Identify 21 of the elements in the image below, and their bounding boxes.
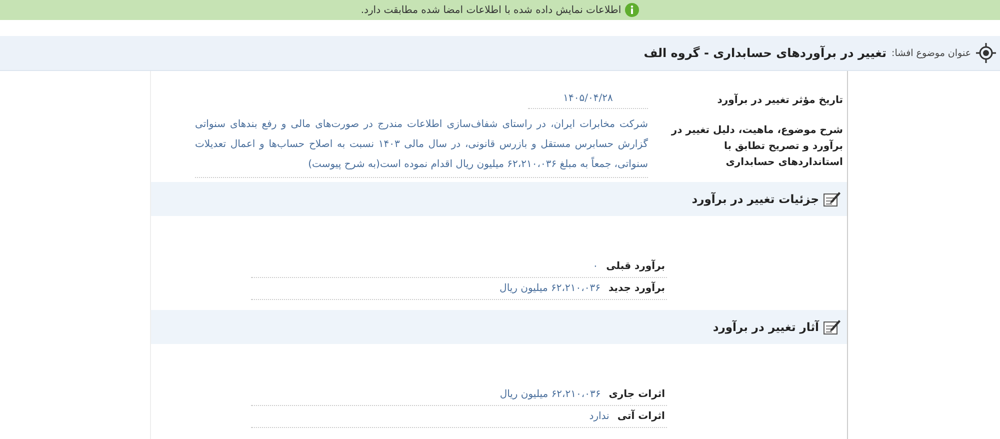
row-value: ندارد	[589, 411, 610, 422]
field-value: شرکت مخابرات ایران، در راستای شفاف‌سازی اطلاعات مندرج در صورت‌های مالی و رفع بندهای سنواتی گزارش حسابرس مستقل و بازرس قانونی، در سال مالی ۱۴۰۳ نسبت به اصلاح حساب‌ها و اعمال تعدیلات سنواتی، جمعاً به مبلغ ۶۲،۲۱۰،۰۳۶ میلیون ریال اقدام نموده است(به شرح پیوست)	[195, 115, 648, 178]
section-title: جزئیات تغییر در برآورد	[692, 192, 819, 206]
banner-text: اطلاعات نمایش داده شده با اطلاعات امضا شده مطابقت دارد.	[360, 4, 622, 16]
row-value: ۶۲،۲۱۰،۰۳۶ میلیون ریال	[500, 389, 601, 400]
row-value: ۰	[592, 261, 598, 272]
edit-icon	[823, 191, 841, 207]
info-icon	[625, 3, 640, 17]
field-label: شرح موضوع، ماهیت، دلیل تغییر در برآورد و تصریح تطابق با استانداردهای حسابداری	[670, 124, 844, 170]
field-label: تاریخ مؤثر تغییر در برآورد	[716, 93, 844, 108]
row-label: اثرات جاری	[608, 389, 666, 400]
title-text: تغییر در برآوردهای حسابداری - گروه الف	[644, 46, 886, 60]
edit-icon	[823, 319, 841, 335]
title-label: عنوان موضوع افشا:	[892, 48, 971, 58]
row-value: ۶۲،۲۱۰،۰۳۶ میلیون ریال	[500, 283, 600, 294]
field-value: ۱۴۰۵/۰۴/۲۸	[528, 93, 648, 109]
row-label: اثرات آتی	[616, 411, 666, 422]
row-label: برآورد جدید	[607, 283, 666, 294]
row-label: برآورد قبلی	[605, 261, 666, 272]
section-title: آثار تغییر در برآورد	[712, 320, 819, 334]
target-icon	[976, 43, 996, 63]
